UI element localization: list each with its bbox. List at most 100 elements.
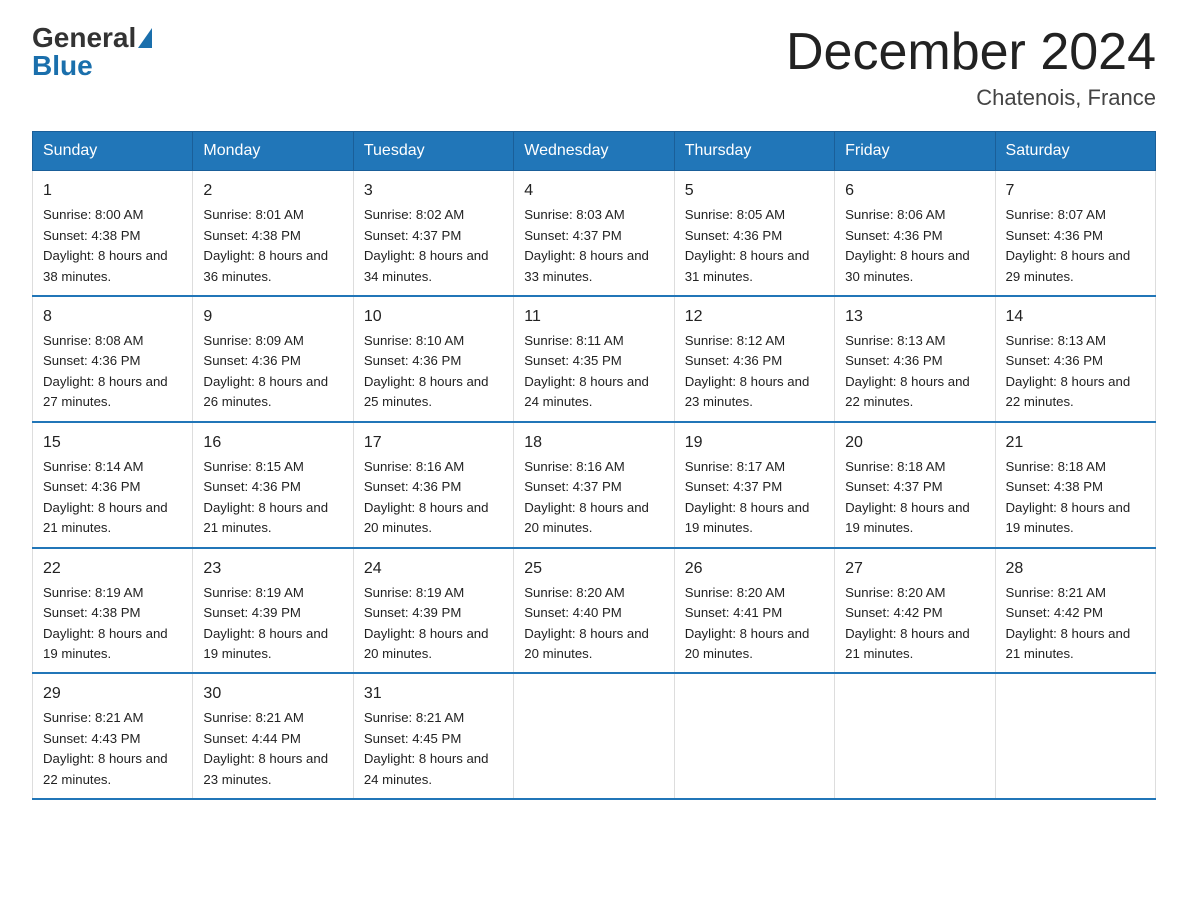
table-row: 17Sunrise: 8:16 AMSunset: 4:36 PMDayligh… xyxy=(353,422,513,548)
day-info: Sunrise: 8:21 AMSunset: 4:44 PMDaylight:… xyxy=(203,708,342,790)
table-row: 25Sunrise: 8:20 AMSunset: 4:40 PMDayligh… xyxy=(514,548,674,674)
day-number: 3 xyxy=(364,179,503,203)
logo-triangle-icon xyxy=(138,28,152,48)
day-number: 1 xyxy=(43,179,182,203)
day-info: Sunrise: 8:12 AMSunset: 4:36 PMDaylight:… xyxy=(685,331,824,413)
table-row: 8Sunrise: 8:08 AMSunset: 4:36 PMDaylight… xyxy=(33,296,193,422)
table-row: 11Sunrise: 8:11 AMSunset: 4:35 PMDayligh… xyxy=(514,296,674,422)
table-row: 7Sunrise: 8:07 AMSunset: 4:36 PMDaylight… xyxy=(995,171,1155,296)
table-row xyxy=(514,673,674,799)
col-sunday: Sunday xyxy=(33,132,193,171)
day-info: Sunrise: 8:07 AMSunset: 4:36 PMDaylight:… xyxy=(1006,205,1145,287)
calendar-week-row: 1Sunrise: 8:00 AMSunset: 4:38 PMDaylight… xyxy=(33,171,1156,296)
logo-general-text: General xyxy=(32,24,136,52)
day-number: 22 xyxy=(43,557,182,581)
day-info: Sunrise: 8:15 AMSunset: 4:36 PMDaylight:… xyxy=(203,457,342,539)
day-number: 16 xyxy=(203,431,342,455)
day-info: Sunrise: 8:05 AMSunset: 4:36 PMDaylight:… xyxy=(685,205,824,287)
day-number: 8 xyxy=(43,305,182,329)
col-thursday: Thursday xyxy=(674,132,834,171)
table-row: 21Sunrise: 8:18 AMSunset: 4:38 PMDayligh… xyxy=(995,422,1155,548)
day-info: Sunrise: 8:20 AMSunset: 4:40 PMDaylight:… xyxy=(524,583,663,665)
day-number: 29 xyxy=(43,682,182,706)
table-row: 26Sunrise: 8:20 AMSunset: 4:41 PMDayligh… xyxy=(674,548,834,674)
day-info: Sunrise: 8:20 AMSunset: 4:41 PMDaylight:… xyxy=(685,583,824,665)
table-row: 6Sunrise: 8:06 AMSunset: 4:36 PMDaylight… xyxy=(835,171,995,296)
day-number: 24 xyxy=(364,557,503,581)
day-number: 17 xyxy=(364,431,503,455)
table-row xyxy=(835,673,995,799)
table-row: 15Sunrise: 8:14 AMSunset: 4:36 PMDayligh… xyxy=(33,422,193,548)
day-info: Sunrise: 8:09 AMSunset: 4:36 PMDaylight:… xyxy=(203,331,342,413)
table-row: 12Sunrise: 8:12 AMSunset: 4:36 PMDayligh… xyxy=(674,296,834,422)
day-number: 20 xyxy=(845,431,984,455)
day-number: 30 xyxy=(203,682,342,706)
day-info: Sunrise: 8:08 AMSunset: 4:36 PMDaylight:… xyxy=(43,331,182,413)
page-header: General Blue December 2024 Chatenois, Fr… xyxy=(32,24,1156,111)
table-row: 23Sunrise: 8:19 AMSunset: 4:39 PMDayligh… xyxy=(193,548,353,674)
day-info: Sunrise: 8:18 AMSunset: 4:37 PMDaylight:… xyxy=(845,457,984,539)
col-friday: Friday xyxy=(835,132,995,171)
day-info: Sunrise: 8:01 AMSunset: 4:38 PMDaylight:… xyxy=(203,205,342,287)
day-info: Sunrise: 8:03 AMSunset: 4:37 PMDaylight:… xyxy=(524,205,663,287)
day-info: Sunrise: 8:06 AMSunset: 4:36 PMDaylight:… xyxy=(845,205,984,287)
day-number: 14 xyxy=(1006,305,1145,329)
table-row: 2Sunrise: 8:01 AMSunset: 4:38 PMDaylight… xyxy=(193,171,353,296)
title-block: December 2024 Chatenois, France xyxy=(786,24,1156,111)
day-info: Sunrise: 8:19 AMSunset: 4:39 PMDaylight:… xyxy=(364,583,503,665)
table-row: 5Sunrise: 8:05 AMSunset: 4:36 PMDaylight… xyxy=(674,171,834,296)
day-number: 5 xyxy=(685,179,824,203)
day-number: 19 xyxy=(685,431,824,455)
table-row: 4Sunrise: 8:03 AMSunset: 4:37 PMDaylight… xyxy=(514,171,674,296)
day-number: 9 xyxy=(203,305,342,329)
table-row: 31Sunrise: 8:21 AMSunset: 4:45 PMDayligh… xyxy=(353,673,513,799)
day-info: Sunrise: 8:17 AMSunset: 4:37 PMDaylight:… xyxy=(685,457,824,539)
day-number: 31 xyxy=(364,682,503,706)
day-number: 18 xyxy=(524,431,663,455)
calendar-week-row: 29Sunrise: 8:21 AMSunset: 4:43 PMDayligh… xyxy=(33,673,1156,799)
day-number: 23 xyxy=(203,557,342,581)
day-info: Sunrise: 8:20 AMSunset: 4:42 PMDaylight:… xyxy=(845,583,984,665)
day-number: 25 xyxy=(524,557,663,581)
day-info: Sunrise: 8:21 AMSunset: 4:43 PMDaylight:… xyxy=(43,708,182,790)
day-info: Sunrise: 8:16 AMSunset: 4:36 PMDaylight:… xyxy=(364,457,503,539)
day-number: 7 xyxy=(1006,179,1145,203)
table-row: 1Sunrise: 8:00 AMSunset: 4:38 PMDaylight… xyxy=(33,171,193,296)
day-number: 11 xyxy=(524,305,663,329)
day-number: 6 xyxy=(845,179,984,203)
day-number: 27 xyxy=(845,557,984,581)
day-info: Sunrise: 8:11 AMSunset: 4:35 PMDaylight:… xyxy=(524,331,663,413)
table-row: 9Sunrise: 8:09 AMSunset: 4:36 PMDaylight… xyxy=(193,296,353,422)
table-row xyxy=(674,673,834,799)
day-info: Sunrise: 8:16 AMSunset: 4:37 PMDaylight:… xyxy=(524,457,663,539)
day-number: 10 xyxy=(364,305,503,329)
col-monday: Monday xyxy=(193,132,353,171)
calendar-week-row: 22Sunrise: 8:19 AMSunset: 4:38 PMDayligh… xyxy=(33,548,1156,674)
calendar-header-row: Sunday Monday Tuesday Wednesday Thursday… xyxy=(33,132,1156,171)
location-subtitle: Chatenois, France xyxy=(786,85,1156,111)
calendar-week-row: 8Sunrise: 8:08 AMSunset: 4:36 PMDaylight… xyxy=(33,296,1156,422)
day-info: Sunrise: 8:13 AMSunset: 4:36 PMDaylight:… xyxy=(1006,331,1145,413)
table-row: 18Sunrise: 8:16 AMSunset: 4:37 PMDayligh… xyxy=(514,422,674,548)
table-row: 27Sunrise: 8:20 AMSunset: 4:42 PMDayligh… xyxy=(835,548,995,674)
col-tuesday: Tuesday xyxy=(353,132,513,171)
day-info: Sunrise: 8:02 AMSunset: 4:37 PMDaylight:… xyxy=(364,205,503,287)
table-row: 24Sunrise: 8:19 AMSunset: 4:39 PMDayligh… xyxy=(353,548,513,674)
day-number: 15 xyxy=(43,431,182,455)
table-row: 22Sunrise: 8:19 AMSunset: 4:38 PMDayligh… xyxy=(33,548,193,674)
day-number: 2 xyxy=(203,179,342,203)
day-info: Sunrise: 8:21 AMSunset: 4:42 PMDaylight:… xyxy=(1006,583,1145,665)
day-info: Sunrise: 8:14 AMSunset: 4:36 PMDaylight:… xyxy=(43,457,182,539)
day-info: Sunrise: 8:10 AMSunset: 4:36 PMDaylight:… xyxy=(364,331,503,413)
table-row: 3Sunrise: 8:02 AMSunset: 4:37 PMDaylight… xyxy=(353,171,513,296)
day-info: Sunrise: 8:18 AMSunset: 4:38 PMDaylight:… xyxy=(1006,457,1145,539)
table-row: 28Sunrise: 8:21 AMSunset: 4:42 PMDayligh… xyxy=(995,548,1155,674)
day-number: 4 xyxy=(524,179,663,203)
calendar-table: Sunday Monday Tuesday Wednesday Thursday… xyxy=(32,131,1156,800)
table-row: 16Sunrise: 8:15 AMSunset: 4:36 PMDayligh… xyxy=(193,422,353,548)
table-row: 10Sunrise: 8:10 AMSunset: 4:36 PMDayligh… xyxy=(353,296,513,422)
calendar-week-row: 15Sunrise: 8:14 AMSunset: 4:36 PMDayligh… xyxy=(33,422,1156,548)
month-title: December 2024 xyxy=(786,24,1156,81)
day-number: 13 xyxy=(845,305,984,329)
table-row xyxy=(995,673,1155,799)
